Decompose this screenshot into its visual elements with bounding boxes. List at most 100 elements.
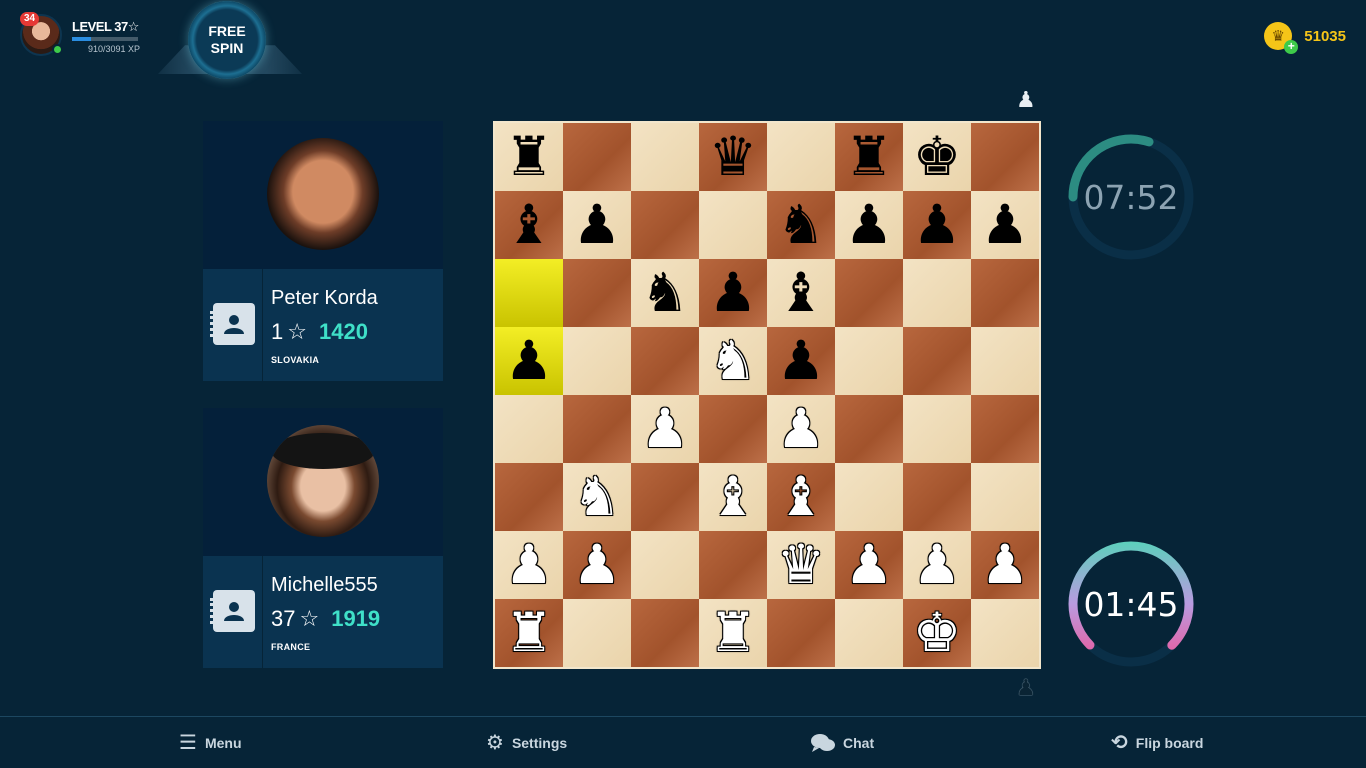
square-b2[interactable]: ♟ bbox=[563, 531, 631, 599]
black-pawn-icon[interactable]: ♟ bbox=[573, 198, 621, 252]
square-d3[interactable]: ♝ bbox=[699, 463, 767, 531]
square-a8[interactable]: ♜ bbox=[495, 123, 563, 191]
chat-button[interactable]: Chat bbox=[811, 733, 874, 753]
square-g4[interactable] bbox=[903, 395, 971, 463]
square-c8[interactable] bbox=[631, 123, 699, 191]
square-d6[interactable]: ♟ bbox=[699, 259, 767, 327]
black-pawn-icon[interactable]: ♟ bbox=[845, 198, 893, 252]
square-g8[interactable]: ♚ bbox=[903, 123, 971, 191]
white-knight-icon[interactable]: ♞ bbox=[573, 470, 621, 524]
square-f1[interactable] bbox=[835, 599, 903, 667]
black-queen-icon[interactable]: ♛ bbox=[709, 130, 757, 184]
white-queen-icon[interactable]: ♛ bbox=[777, 538, 825, 592]
square-h5[interactable] bbox=[971, 327, 1039, 395]
player-avatar[interactable] bbox=[267, 425, 379, 537]
square-d8[interactable]: ♛ bbox=[699, 123, 767, 191]
square-e8[interactable] bbox=[767, 123, 835, 191]
square-b1[interactable] bbox=[563, 599, 631, 667]
white-pawn-icon[interactable]: ♟ bbox=[641, 402, 689, 456]
black-pawn-icon[interactable]: ♟ bbox=[913, 198, 961, 252]
white-pawn-icon[interactable]: ♟ bbox=[981, 538, 1029, 592]
crown-coin-icon[interactable]: ♛ + bbox=[1264, 22, 1299, 54]
square-g3[interactable] bbox=[903, 463, 971, 531]
white-pawn-icon[interactable]: ♟ bbox=[845, 538, 893, 592]
square-e6[interactable]: ♝ bbox=[767, 259, 835, 327]
square-g5[interactable] bbox=[903, 327, 971, 395]
square-b5[interactable] bbox=[563, 327, 631, 395]
white-pawn-icon[interactable]: ♟ bbox=[913, 538, 961, 592]
square-a6[interactable] bbox=[495, 259, 563, 327]
black-rook-icon[interactable]: ♜ bbox=[845, 130, 893, 184]
square-h3[interactable] bbox=[971, 463, 1039, 531]
square-e7[interactable]: ♞ bbox=[767, 191, 835, 259]
square-f3[interactable] bbox=[835, 463, 903, 531]
square-e5[interactable]: ♟ bbox=[767, 327, 835, 395]
square-f5[interactable] bbox=[835, 327, 903, 395]
square-e3[interactable]: ♝ bbox=[767, 463, 835, 531]
square-d5[interactable]: ♞ bbox=[699, 327, 767, 395]
black-bishop-icon[interactable]: ♝ bbox=[777, 266, 825, 320]
square-h6[interactable] bbox=[971, 259, 1039, 327]
white-king-icon[interactable]: ♚ bbox=[913, 606, 961, 660]
white-bishop-icon[interactable]: ♝ bbox=[709, 470, 757, 524]
add-contact-icon[interactable] bbox=[210, 303, 255, 345]
square-c7[interactable] bbox=[631, 191, 699, 259]
square-e1[interactable] bbox=[767, 599, 835, 667]
white-knight-icon[interactable]: ♞ bbox=[709, 334, 757, 388]
square-d4[interactable] bbox=[699, 395, 767, 463]
square-g1[interactable]: ♚ bbox=[903, 599, 971, 667]
square-b8[interactable] bbox=[563, 123, 631, 191]
chess-board[interactable]: ♜ ♛ ♜ ♚ ♝ ♟ ♞ ♟ ♟ ♟ ♞ ♟ ♝ ♟ ♞ ♟ ♟ ♟ ♞ ♝ ♝ ♟ ♟ ♛ ♟ ♟ ♟ ♜ ♜ ♚ bbox=[493, 121, 1041, 669]
square-d1[interactable]: ♜ bbox=[699, 599, 767, 667]
white-rook-icon[interactable]: ♜ bbox=[505, 606, 553, 660]
add-coins-icon[interactable]: + bbox=[1284, 40, 1299, 54]
square-c6[interactable]: ♞ bbox=[631, 259, 699, 327]
square-a3[interactable] bbox=[495, 463, 563, 531]
square-c5[interactable] bbox=[631, 327, 699, 395]
settings-button[interactable]: ⚙ Settings bbox=[486, 733, 567, 753]
square-d2[interactable] bbox=[699, 531, 767, 599]
square-a2[interactable]: ♟ bbox=[495, 531, 563, 599]
square-b3[interactable]: ♞ bbox=[563, 463, 631, 531]
square-h2[interactable]: ♟ bbox=[971, 531, 1039, 599]
square-f7[interactable]: ♟ bbox=[835, 191, 903, 259]
square-b7[interactable]: ♟ bbox=[563, 191, 631, 259]
square-h7[interactable]: ♟ bbox=[971, 191, 1039, 259]
opponent-avatar[interactable] bbox=[267, 138, 379, 250]
black-king-icon[interactable]: ♚ bbox=[913, 130, 961, 184]
coins-widget[interactable]: ♛ + 51035 bbox=[1264, 22, 1346, 54]
square-b4[interactable] bbox=[563, 395, 631, 463]
square-d7[interactable] bbox=[699, 191, 767, 259]
square-a1[interactable]: ♜ bbox=[495, 599, 563, 667]
square-f8[interactable]: ♜ bbox=[835, 123, 903, 191]
black-pawn-icon[interactable]: ♟ bbox=[981, 198, 1029, 252]
square-e2[interactable]: ♛ bbox=[767, 531, 835, 599]
square-g7[interactable]: ♟ bbox=[903, 191, 971, 259]
add-contact-icon[interactable] bbox=[210, 590, 255, 632]
black-pawn-icon[interactable]: ♟ bbox=[709, 266, 757, 320]
square-f4[interactable] bbox=[835, 395, 903, 463]
white-pawn-icon[interactable]: ♟ bbox=[573, 538, 621, 592]
square-c1[interactable] bbox=[631, 599, 699, 667]
black-bishop-icon[interactable]: ♝ bbox=[505, 198, 553, 252]
black-knight-icon[interactable]: ♞ bbox=[641, 266, 689, 320]
square-g2[interactable]: ♟ bbox=[903, 531, 971, 599]
white-pawn-icon[interactable]: ♟ bbox=[505, 538, 553, 592]
square-c3[interactable] bbox=[631, 463, 699, 531]
white-bishop-icon[interactable]: ♝ bbox=[777, 470, 825, 524]
square-a7[interactable]: ♝ bbox=[495, 191, 563, 259]
black-pawn-icon[interactable]: ♟ bbox=[777, 334, 825, 388]
square-h4[interactable] bbox=[971, 395, 1039, 463]
square-a4[interactable] bbox=[495, 395, 563, 463]
menu-button[interactable]: ☰ Menu bbox=[179, 733, 242, 753]
black-knight-icon[interactable]: ♞ bbox=[777, 198, 825, 252]
square-f6[interactable] bbox=[835, 259, 903, 327]
flip-board-button[interactable]: ⟲ Flip board bbox=[1111, 733, 1203, 753]
white-pawn-icon[interactable]: ♟ bbox=[777, 402, 825, 456]
black-pawn-icon[interactable]: ♟ bbox=[505, 334, 553, 388]
square-f2[interactable]: ♟ bbox=[835, 531, 903, 599]
square-e4[interactable]: ♟ bbox=[767, 395, 835, 463]
black-rook-icon[interactable]: ♜ bbox=[505, 130, 553, 184]
square-c2[interactable] bbox=[631, 531, 699, 599]
free-spin-button[interactable]: FREE SPIN bbox=[188, 1, 266, 79]
